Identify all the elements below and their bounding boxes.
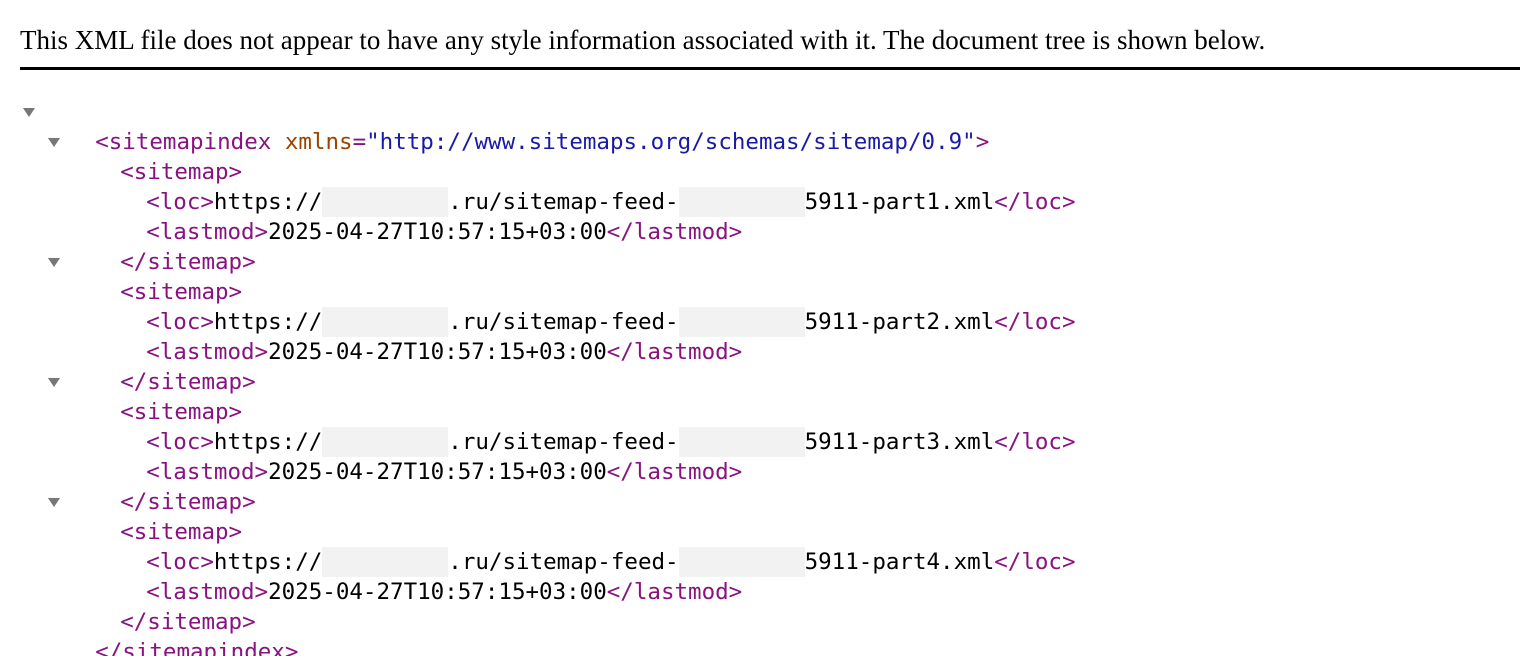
root-close-line: </sitemapindex> [41, 607, 298, 656]
lastmod-line: <lastmod>2025-04-27T10:57:15+03:00</last… [92, 187, 742, 245]
loc-close-tag: </loc> [994, 429, 1076, 455]
root-attr-eq: = [352, 129, 367, 155]
sitemap-open-line: <sitemap> [47, 487, 242, 545]
sitemap-close-line: </sitemap> [66, 577, 255, 635]
no-style-notice: This XML file does not appear to have an… [20, 25, 1266, 55]
lastmod-line: <lastmod>2025-04-27T10:57:15+03:00</last… [92, 307, 742, 365]
lastmod-close-tag: </lastmod> [606, 459, 743, 485]
loc-line: <loc>https://.ru/sitemap-feed- 5911-part1… [92, 157, 1076, 217]
collapse-triangle-icon[interactable] [47, 127, 63, 157]
sitemap-close-line: </sitemap> [66, 217, 255, 275]
root-open-close: > [975, 129, 990, 155]
sitemap-close-line: </sitemap> [66, 337, 255, 395]
sitemap-open-line: <sitemap> [47, 247, 242, 305]
xml-viewer-header: This XML file does not appear to have an… [20, 0, 1520, 70]
lastmod-value: 2025-04-27T10:57:15+03:00 [268, 219, 607, 245]
root-attr-name: xmlns [284, 129, 353, 155]
root-close-tag: </sitemapindex> [95, 639, 299, 656]
lastmod-close-tag: </lastmod> [606, 579, 743, 605]
lastmod-line: <lastmod>2025-04-27T10:57:15+03:00</last… [92, 547, 742, 605]
lastmod-close-tag: </lastmod> [606, 339, 743, 365]
root-line: <sitemapindex xmlns="http://www.sitemaps… [22, 97, 989, 155]
sitemap-close-line: </sitemap> [66, 457, 255, 515]
lastmod-value: 2025-04-27T10:57:15+03:00 [268, 579, 607, 605]
loc-file: 5911-part2.xml [804, 309, 995, 335]
loc-close-tag: </loc> [994, 549, 1076, 575]
sitemap-open-line: <sitemap> [47, 367, 242, 425]
lastmod-value: 2025-04-27T10:57:15+03:00 [268, 339, 607, 365]
sitemap-open-line: <sitemap> [47, 127, 242, 185]
collapse-triangle-icon[interactable] [47, 367, 63, 397]
lastmod-line: <lastmod>2025-04-27T10:57:15+03:00</last… [92, 427, 742, 485]
collapse-triangle-icon[interactable] [22, 97, 38, 127]
loc-line: <loc>https://.ru/sitemap-feed- 5911-part2… [92, 277, 1076, 337]
collapse-triangle-icon[interactable] [47, 487, 63, 517]
loc-line: <loc>https://.ru/sitemap-feed- 5911-part3… [92, 397, 1076, 457]
lastmod-close-tag: </lastmod> [606, 219, 743, 245]
root-attr-value: "http://www.sitemaps.org/schemas/sitemap… [366, 129, 976, 155]
collapse-triangle-icon[interactable] [47, 247, 63, 277]
loc-file: 5911-part3.xml [804, 429, 995, 455]
loc-file: 5911-part1.xml [804, 189, 995, 215]
loc-close-tag: </loc> [994, 309, 1076, 335]
loc-file: 5911-part4.xml [804, 549, 995, 575]
loc-close-tag: </loc> [994, 189, 1076, 215]
lastmod-value: 2025-04-27T10:57:15+03:00 [268, 459, 607, 485]
loc-line: <loc>https://.ru/sitemap-feed- 5911-part4… [92, 517, 1076, 577]
